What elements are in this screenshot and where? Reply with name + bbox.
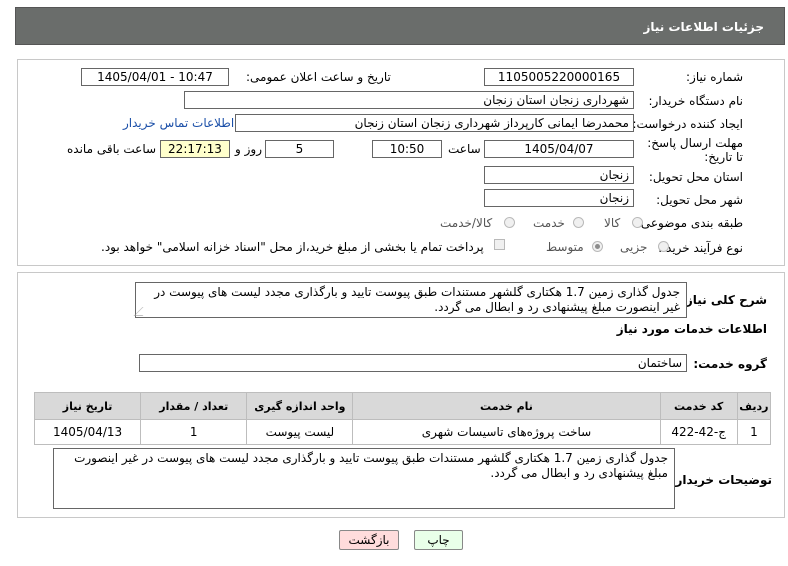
buyer-notes-label: توضیحات خریدار:	[670, 473, 772, 487]
buyer-notes-text: جدول گذاری زمین 1.7 هکتاری گلشهر مستندات…	[74, 451, 668, 480]
category-option-service: خدمت	[533, 216, 565, 230]
description-label: شرح کلی نیاز:	[681, 293, 767, 307]
creator-field: محمدرضا ایمانی کارپرداز شهرداری زنجان اس…	[235, 114, 634, 132]
buyer-org-field: شهرداری زنجان استان زنجان	[184, 91, 634, 109]
back-button[interactable]: بازگشت	[339, 530, 399, 550]
column-header-name: نام خدمت	[352, 392, 661, 420]
category-option-goods-service: کالا/خدمت	[440, 216, 493, 230]
print-button[interactable]: چاپ	[414, 530, 463, 550]
buyer-notes-textarea[interactable]: جدول گذاری زمین 1.7 هکتاری گلشهر مستندات…	[53, 448, 675, 509]
creator-label: ایجاد کننده درخواست:	[632, 117, 743, 131]
services-table: ردیف کد خدمت نام خدمت واحد اندازه گیری ت…	[33, 392, 772, 445]
buyer-org-label: نام دستگاه خریدار:	[648, 94, 744, 108]
need-number-label: شماره نیاز:	[686, 70, 743, 84]
row-code: ج-42-422	[659, 419, 738, 445]
days-label: روز و	[235, 142, 262, 156]
need-number-field: 1105005220000165	[484, 68, 634, 86]
column-header-date: تاریخ نیاز	[33, 392, 142, 420]
category-radio-goods[interactable]	[632, 217, 643, 228]
service-group-field: ساختمان	[139, 354, 687, 372]
treasury-payment-checkbox[interactable]	[494, 239, 505, 250]
column-header-qty: تعداد / مقدار	[140, 392, 248, 420]
remaining-time-label: ساعت باقی مانده	[67, 142, 157, 156]
page-title: جزئیات اطلاعات نیاز	[643, 20, 764, 34]
process-option-medium: متوسط	[546, 240, 584, 254]
announce-datetime-label: تاریخ و ساعت اعلان عمومی:	[246, 70, 391, 84]
process-radio-medium[interactable]	[592, 241, 603, 252]
row-index: 1	[736, 419, 772, 445]
row-qty: 1	[140, 419, 248, 445]
row-name: ساخت پروژه‌های تاسیسات شهری	[352, 419, 661, 445]
services-section-title: اطلاعات خدمات مورد نیاز	[616, 322, 767, 336]
remaining-time-field: 22:17:13	[160, 140, 230, 158]
row-date: 1405/04/13	[33, 419, 142, 445]
deadline-time-label: ساعت	[448, 142, 481, 156]
process-radio-minor[interactable]	[658, 241, 669, 252]
process-option-minor: جزیی	[620, 240, 648, 254]
category-option-goods: کالا	[604, 216, 621, 230]
province-label: استان محل تحویل:	[648, 170, 743, 184]
buyer-contact-link[interactable]: اطلاعات تماس خریدار	[123, 116, 234, 130]
table-row: 1 ج-42-422 ساخت پروژه‌های تاسیسات شهری ل…	[33, 419, 772, 445]
description-text: جدول گذاری زمین 1.7 هکتاری گلشهر مستندات…	[154, 285, 680, 314]
announce-datetime-field: 1405/04/01 - 10:47	[81, 68, 229, 86]
city-label: شهر محل تحویل:	[656, 193, 743, 207]
services-table-header: ردیف کد خدمت نام خدمت واحد اندازه گیری ت…	[33, 392, 772, 420]
city-field: زنجان	[484, 189, 634, 207]
service-group-label: گروه خدمت:	[693, 357, 767, 371]
category-label: طبقه بندی موضوعی:	[636, 216, 743, 230]
deadline-time-field: 10:50	[372, 140, 442, 158]
treasury-payment-note: پرداخت تمام یا بخشی از مبلغ خرید،از محل …	[101, 240, 484, 254]
category-radio-goods-service[interactable]	[504, 217, 515, 228]
resize-grip-icon[interactable]	[133, 307, 152, 316]
column-header-code: کد خدمت	[659, 392, 738, 420]
process-type-label: نوع فرآیند خرید :	[658, 241, 743, 255]
column-header-unit: واحد اندازه گیری	[246, 392, 354, 420]
category-radio-service[interactable]	[573, 217, 584, 228]
page-header: جزئیات اطلاعات نیاز	[15, 7, 785, 45]
province-field: زنجان	[484, 166, 634, 184]
description-textarea[interactable]: جدول گذاری زمین 1.7 هکتاری گلشهر مستندات…	[133, 282, 687, 318]
row-unit: لیست پیوست	[246, 419, 354, 445]
deadline-label: مهلت ارسال پاسخ: تا تاریخ:	[647, 136, 743, 164]
column-header-index: ردیف	[736, 392, 772, 420]
deadline-date-field: 1405/04/07	[484, 140, 634, 158]
days-remaining-field: 5	[265, 140, 334, 158]
